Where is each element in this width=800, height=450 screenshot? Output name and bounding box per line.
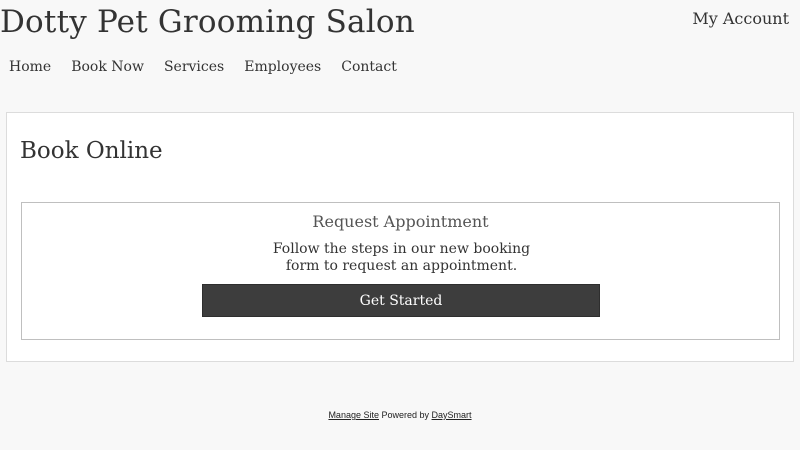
- site-title: Dotty Pet Grooming Salon: [0, 4, 415, 40]
- nav-item-services[interactable]: Services: [164, 59, 224, 75]
- get-started-button[interactable]: Get Started: [202, 284, 600, 317]
- my-account-link[interactable]: My Account: [692, 9, 789, 28]
- footer: Manage Site Powered by DaySmart: [0, 410, 800, 420]
- page: Dotty Pet Grooming Salon My Account Home…: [0, 0, 800, 450]
- nav-item-employees[interactable]: Employees: [244, 59, 321, 75]
- page-title: Book Online: [20, 138, 163, 164]
- manage-site-link[interactable]: Manage Site: [328, 410, 379, 420]
- card-description: Follow the steps in our new booking form…: [272, 241, 531, 274]
- nav-item-contact[interactable]: Contact: [341, 59, 397, 75]
- main-nav: Home Book Now Services Employees Contact: [9, 59, 417, 75]
- book-online-panel: Book Online Request Appointment Follow t…: [6, 112, 794, 362]
- request-appointment-card: Request Appointment Follow the steps in …: [21, 202, 780, 340]
- daysmart-link[interactable]: DaySmart: [432, 410, 472, 420]
- nav-item-book-now[interactable]: Book Now: [71, 59, 144, 75]
- powered-by-text: Powered by: [381, 410, 430, 420]
- card-title: Request Appointment: [312, 212, 489, 231]
- nav-item-home[interactable]: Home: [9, 59, 51, 75]
